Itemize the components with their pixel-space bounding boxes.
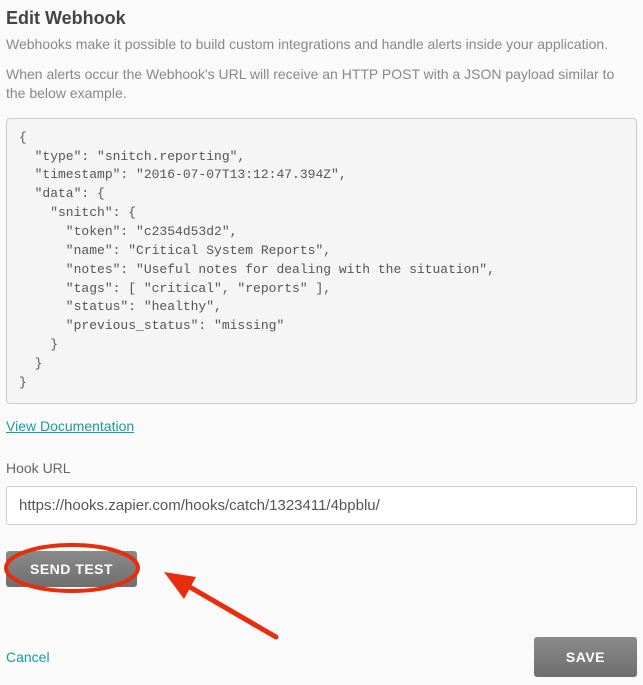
cancel-link[interactable]: Cancel bbox=[6, 649, 50, 665]
page-description: When alerts occur the Webhook's URL will… bbox=[6, 65, 637, 104]
save-button[interactable]: SAVE bbox=[534, 637, 637, 677]
send-test-button[interactable]: SEND TEST bbox=[6, 551, 137, 587]
hook-url-input[interactable] bbox=[6, 486, 637, 525]
payload-example: { "type": "snitch.reporting", "timestamp… bbox=[6, 118, 637, 404]
hook-url-label: Hook URL bbox=[6, 460, 637, 476]
page-subtitle: Webhooks make it possible to build custo… bbox=[6, 35, 637, 55]
page-title: Edit Webhook bbox=[6, 8, 637, 29]
view-documentation-link[interactable]: View Documentation bbox=[6, 418, 134, 434]
annotation-arrow-icon bbox=[146, 567, 296, 647]
